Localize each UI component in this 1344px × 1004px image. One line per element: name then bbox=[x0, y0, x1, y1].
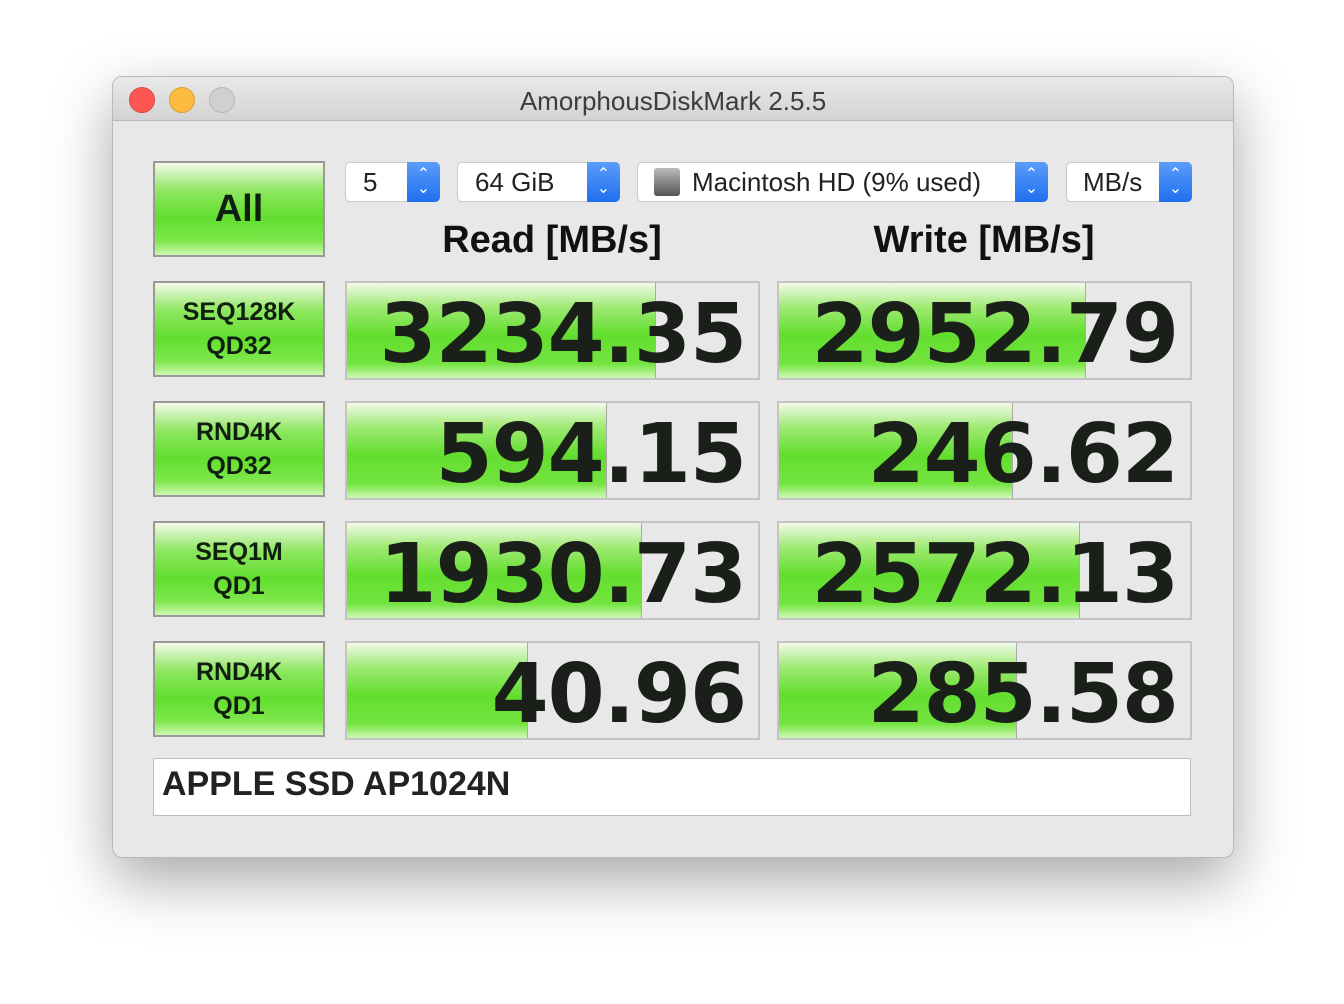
read-result: 594.15 bbox=[345, 401, 760, 500]
unit-select[interactable]: MB/s ⌃ ⌄ bbox=[1066, 162, 1192, 202]
read-result: 40.96 bbox=[345, 641, 760, 740]
read-value: 594.15 bbox=[435, 407, 747, 500]
test-label-line1: RND4K bbox=[195, 418, 283, 446]
test-label-line2: QD32 bbox=[206, 452, 272, 480]
read-result: 3234.35 bbox=[345, 281, 760, 380]
write-header: Write [MB/s] bbox=[873, 219, 1095, 261]
chevron-updown-icon: ⌃ ⌄ bbox=[1159, 162, 1192, 202]
size-select[interactable]: 64 GiB ⌃ ⌄ bbox=[457, 162, 620, 202]
write-result: 2572.13 bbox=[777, 521, 1192, 620]
hard-disk-icon bbox=[654, 168, 680, 196]
test-label-line1: RND4K bbox=[195, 658, 283, 686]
read-value: 40.96 bbox=[491, 647, 747, 740]
read-value: 3234.35 bbox=[379, 287, 747, 380]
write-result: 2952.79 bbox=[777, 281, 1192, 380]
test-button[interactable]: SEQ128K QD32 bbox=[153, 281, 325, 377]
title-bar: AmorphousDiskMark 2.5.5 bbox=[113, 77, 1233, 121]
drive-select[interactable]: Macintosh HD (9% used) ⌃ ⌄ bbox=[637, 162, 1048, 202]
drive-value: Macintosh HD (9% used) bbox=[692, 166, 981, 197]
read-value: 1930.73 bbox=[379, 527, 747, 620]
test-button[interactable]: RND4K QD1 bbox=[153, 641, 325, 737]
drive-model: APPLE SSD AP1024N bbox=[153, 758, 1191, 816]
write-value: 2572.13 bbox=[811, 527, 1179, 620]
chevron-updown-icon: ⌃ ⌄ bbox=[1015, 162, 1048, 202]
test-button[interactable]: RND4K QD32 bbox=[153, 401, 325, 497]
test-label-line2: QD32 bbox=[206, 332, 272, 360]
chevron-updown-icon: ⌃ ⌄ bbox=[587, 162, 620, 202]
test-label-line2: QD1 bbox=[213, 692, 265, 720]
read-result: 1930.73 bbox=[345, 521, 760, 620]
run-all-label: All bbox=[214, 187, 264, 230]
test-label-line2: QD1 bbox=[213, 572, 265, 600]
app-window: AmorphousDiskMark 2.5.5 All 5 ⌃ ⌄ 64 GiB … bbox=[112, 76, 1234, 858]
write-result: 285.58 bbox=[777, 641, 1192, 740]
write-result: 246.62 bbox=[777, 401, 1192, 500]
count-value: 5 bbox=[363, 166, 378, 197]
unit-value: MB/s bbox=[1083, 166, 1143, 197]
write-value: 2952.79 bbox=[811, 287, 1179, 380]
window-title: AmorphousDiskMark 2.5.5 bbox=[519, 86, 827, 116]
read-header: Read [MB/s] bbox=[442, 219, 662, 261]
count-select[interactable]: 5 ⌃ ⌄ bbox=[345, 162, 440, 202]
size-value: 64 GiB bbox=[475, 166, 555, 197]
test-label-line1: SEQ1M bbox=[195, 538, 283, 566]
chevron-updown-icon: ⌃ ⌄ bbox=[407, 162, 440, 202]
write-value: 246.62 bbox=[867, 407, 1179, 500]
test-button[interactable]: SEQ1M QD1 bbox=[153, 521, 325, 617]
run-all-button[interactable]: All bbox=[153, 161, 325, 257]
write-value: 285.58 bbox=[867, 647, 1179, 740]
test-label-line1: SEQ128K bbox=[182, 298, 296, 326]
